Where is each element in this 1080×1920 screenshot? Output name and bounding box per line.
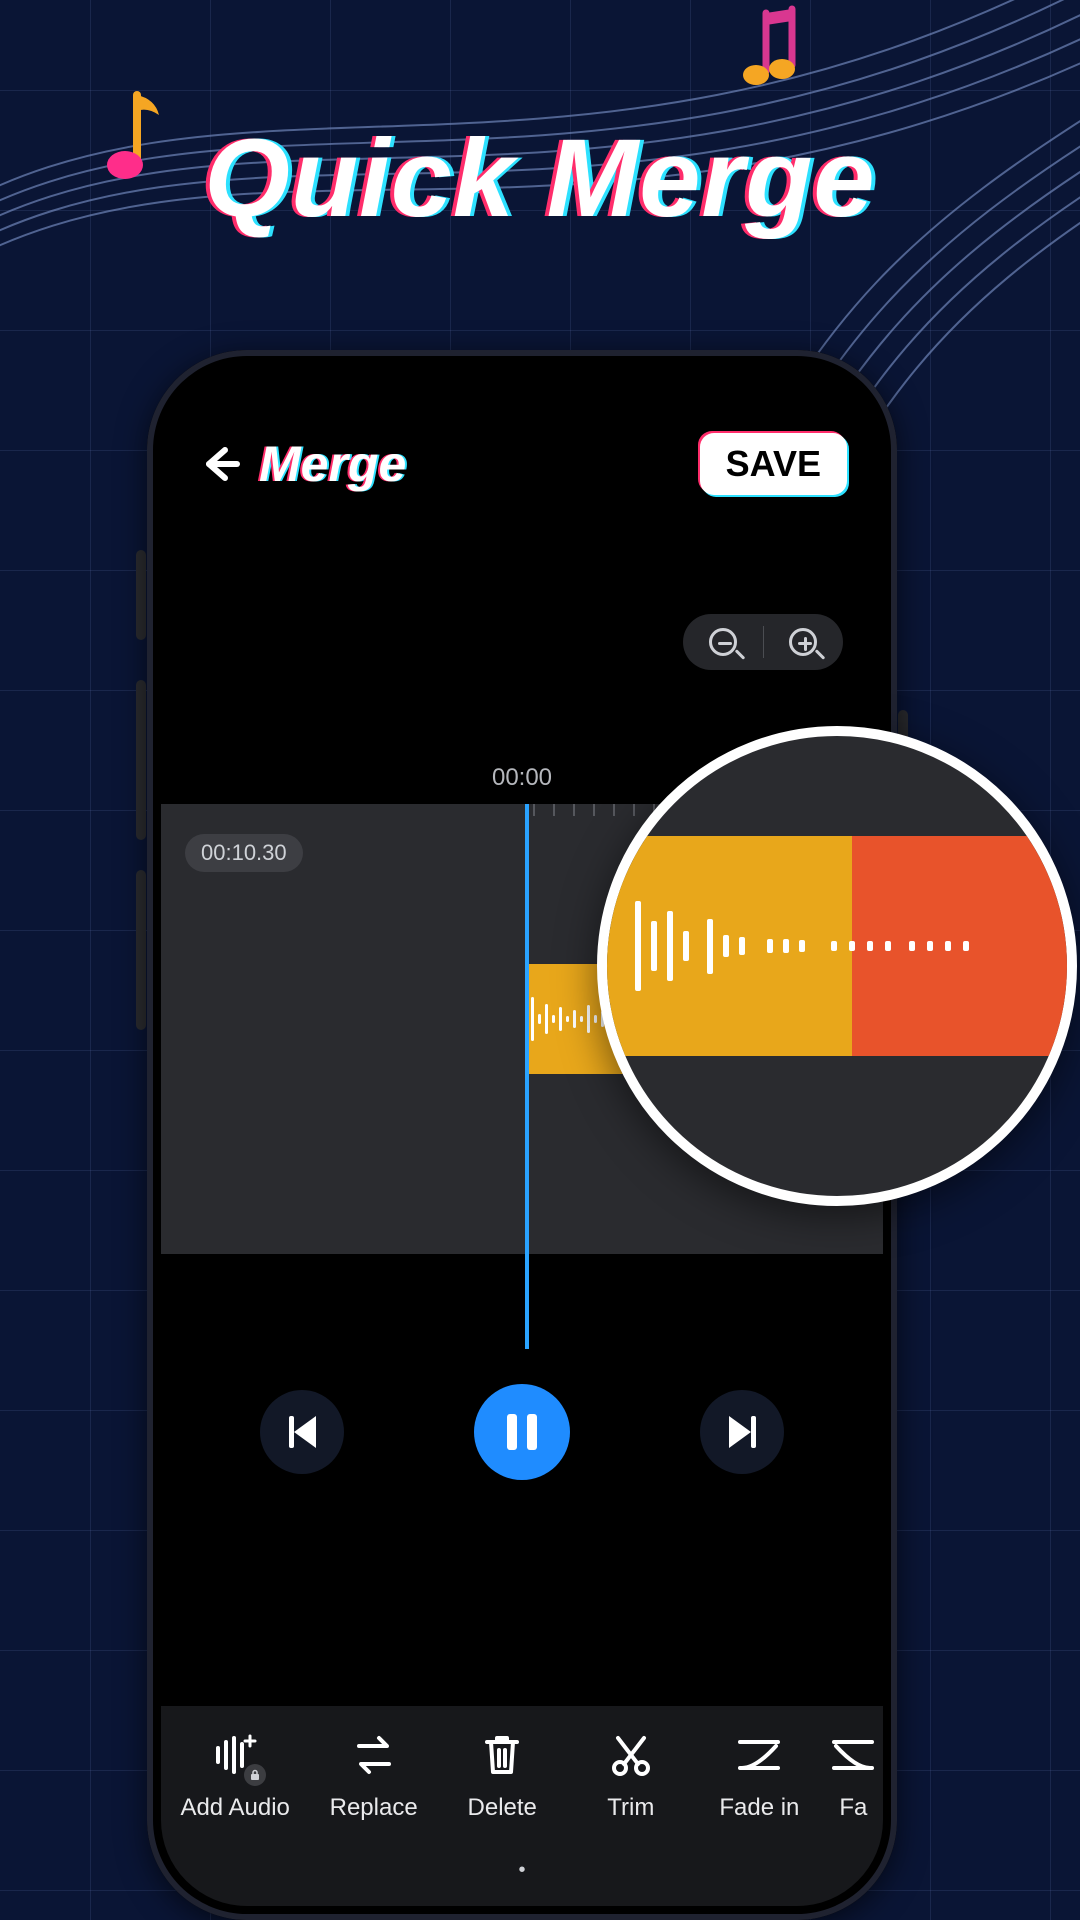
tool-add-audio[interactable]: Add Audio (161, 1730, 309, 1822)
tool-fade-in[interactable]: Fade in (695, 1730, 824, 1822)
page-indicator: • (161, 1859, 883, 1882)
zoom-control (683, 614, 843, 670)
tool-label: Add Audio (180, 1794, 289, 1822)
tool-trim[interactable]: Trim (567, 1730, 696, 1822)
top-bar: Merge SAVE (197, 424, 847, 504)
tool-label: Fade in (719, 1794, 799, 1822)
tool-label: Delete (468, 1794, 537, 1822)
add-audio-icon (210, 1730, 260, 1780)
bottom-toolbar: Add Audio Replace (161, 1706, 883, 1906)
magnifier-overlay (597, 726, 1077, 1206)
zoom-in-button[interactable] (764, 628, 844, 656)
save-button[interactable]: SAVE (700, 433, 847, 495)
trash-icon (477, 1730, 527, 1780)
screen-title: Merge (259, 435, 406, 493)
zoom-in-icon (789, 628, 817, 656)
pause-button[interactable] (474, 1384, 570, 1480)
waveform-icon (607, 836, 1067, 1056)
playhead[interactable] (525, 804, 529, 1349)
tool-label: Fa (839, 1794, 867, 1822)
fade-out-icon (828, 1730, 878, 1780)
replace-icon (349, 1730, 399, 1780)
skip-next-icon (729, 1416, 751, 1448)
skip-next-icon (751, 1416, 756, 1448)
tool-delete[interactable]: Delete (438, 1730, 567, 1822)
zoom-out-button[interactable] (683, 628, 763, 656)
tool-fade-out[interactable]: Fa (824, 1730, 883, 1822)
tool-label: Replace (330, 1794, 418, 1822)
fade-in-icon (734, 1730, 784, 1780)
skip-previous-icon (294, 1416, 316, 1448)
back-button[interactable]: Merge (197, 435, 406, 493)
arrow-left-icon (197, 442, 241, 486)
tool-label: Trim (607, 1794, 654, 1822)
phone-side-button (136, 870, 146, 1030)
pause-icon (507, 1414, 537, 1450)
previous-button[interactable] (260, 1390, 344, 1474)
transport-controls (161, 1384, 883, 1480)
lock-icon (244, 1764, 266, 1786)
next-button[interactable] (700, 1390, 784, 1474)
page-title: Quick Merge (0, 115, 1080, 242)
clip-duration-badge: 00:10.30 (185, 834, 303, 872)
phone-side-button (136, 680, 146, 840)
tool-replace[interactable]: Replace (309, 1730, 438, 1822)
phone-side-button (136, 550, 146, 640)
zoom-out-icon (709, 628, 737, 656)
scissors-icon (606, 1730, 656, 1780)
